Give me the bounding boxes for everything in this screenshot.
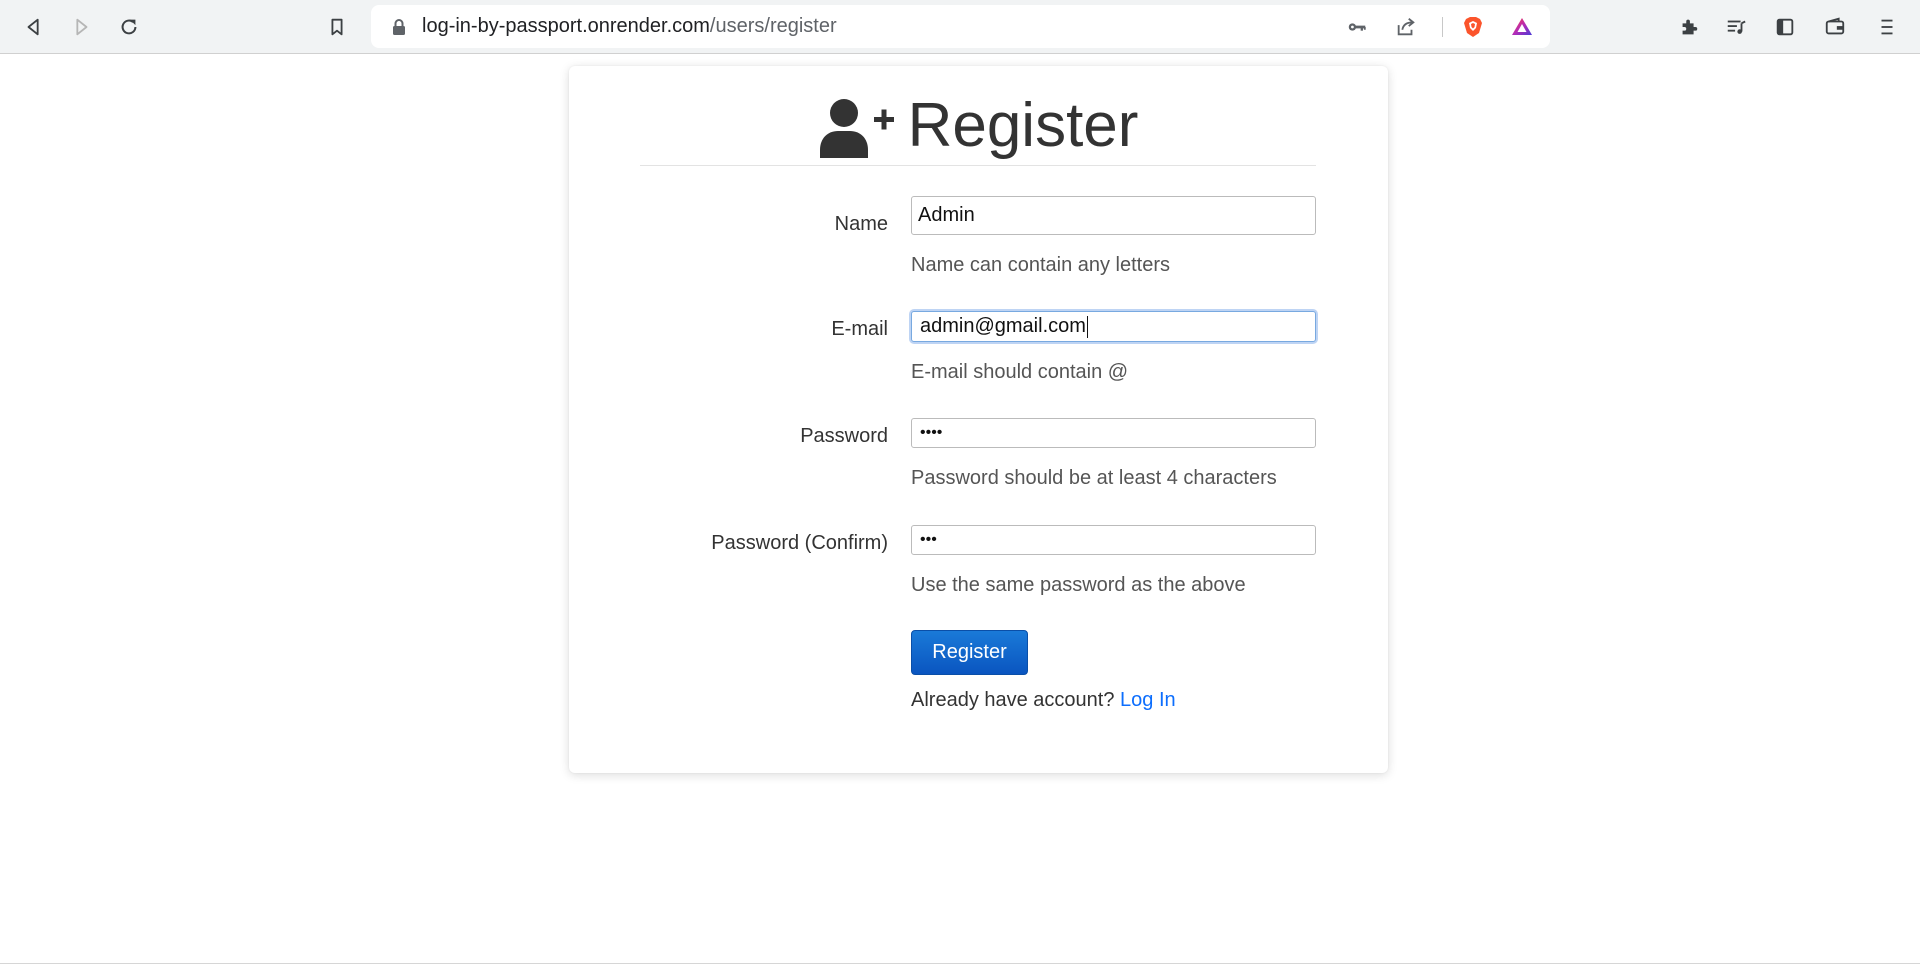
password-confirm-value: ••• (920, 531, 937, 548)
page-heading: Register (907, 90, 1139, 160)
login-prompt: Already have account? Log In (911, 689, 1176, 712)
back-arrow-icon[interactable] (18, 11, 50, 43)
email-field[interactable]: admin@gmail.com (911, 311, 1316, 342)
wallet-icon[interactable] (1819, 11, 1851, 43)
url-path: /users/register (709, 15, 837, 37)
page-title: Register (640, 86, 1316, 166)
bookmark-icon[interactable] (321, 11, 353, 43)
address-bar[interactable]: log-in-by-passport.onrender.com/users/re… (371, 5, 1550, 48)
password-field[interactable]: •••• (911, 418, 1316, 448)
reload-icon[interactable] (113, 11, 145, 43)
lock-icon (393, 19, 405, 35)
url-separator (1442, 17, 1443, 37)
brave-rewards-icon[interactable] (1510, 15, 1534, 39)
password-confirm-field[interactable]: ••• (911, 525, 1316, 555)
name-input[interactable]: Admin (911, 196, 1316, 235)
browser-toolbar: log-in-by-passport.onrender.com/users/re… (0, 0, 1920, 54)
share-icon[interactable] (1394, 15, 1418, 39)
name-label: Name (834, 213, 888, 235)
password-confirm-help: Use the same password as the above (911, 574, 1246, 596)
name-help: Name can contain any letters (911, 254, 1171, 276)
key-icon[interactable] (1345, 15, 1369, 39)
url-text[interactable]: log-in-by-passport.onrender.com/users/re… (422, 5, 837, 48)
playlist-icon[interactable] (1720, 11, 1752, 43)
password-label: Password (800, 425, 888, 447)
password-confirm-label: Password (Confirm) (711, 532, 888, 554)
email-label: E-mail (831, 318, 888, 340)
puzzle-extensions-icon[interactable] (1673, 11, 1705, 43)
register-button[interactable]: Register (911, 630, 1028, 675)
email-help: E-mail should contain @ (911, 361, 1129, 383)
user-plus-icon (819, 98, 894, 158)
menu-icon[interactable] (1871, 11, 1903, 43)
password-help: Password should be at least 4 characters (911, 467, 1277, 489)
name-value: Admin (918, 204, 975, 226)
password-value: •••• (920, 424, 943, 441)
register-card: Register Name Admin Name can contain any… (569, 66, 1388, 773)
login-link[interactable]: Log In (1120, 689, 1176, 711)
email-value: admin@gmail.com (920, 315, 1086, 337)
url-host: log-in-by-passport.onrender.com (422, 15, 710, 37)
login-prompt-text: Already have account? (911, 689, 1115, 711)
window-bottom-border (0, 963, 1920, 964)
forward-arrow-icon[interactable] (65, 11, 97, 43)
brave-shields-icon[interactable] (1461, 15, 1485, 39)
text-caret (1086, 315, 1088, 338)
sidebar-icon[interactable] (1769, 11, 1801, 43)
